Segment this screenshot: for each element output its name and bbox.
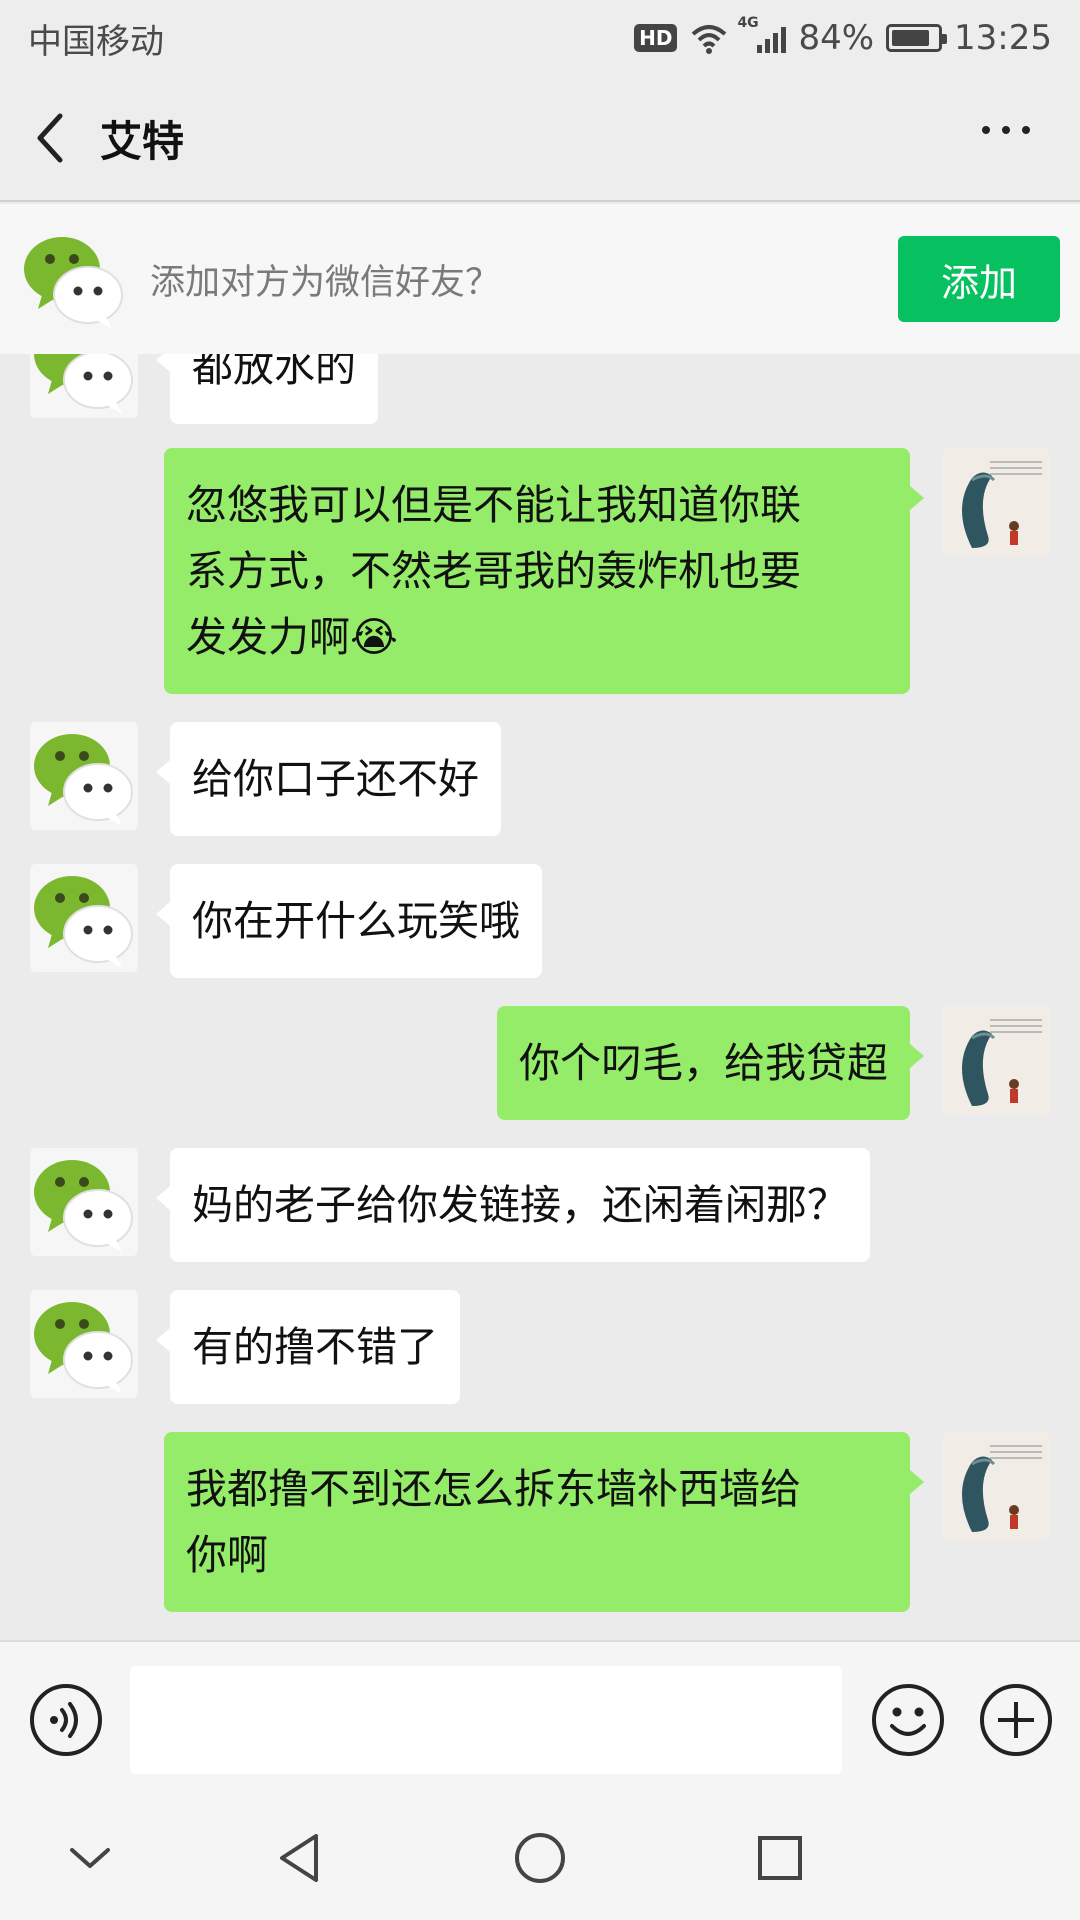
system-navigation-bar: [0, 1796, 1080, 1920]
contact-avatar: [20, 225, 128, 333]
wechat-logo-icon: [34, 734, 133, 826]
whale-girl-avatar-icon: [942, 448, 1050, 556]
message-text: 都放水的: [192, 354, 356, 391]
emoji-button[interactable]: [870, 1682, 946, 1758]
network-type: 4G: [737, 15, 759, 31]
wechat-logo-icon: [24, 237, 123, 329]
incoming-message[interactable]: 妈的老子给你发链接，还闲着闲那？: [156, 1148, 870, 1262]
more-dots-icon: [982, 126, 1030, 134]
battery-level-fill: [892, 30, 929, 46]
back-button[interactable]: [0, 75, 100, 201]
home-circle-icon: [515, 1833, 565, 1883]
battery-icon: [886, 24, 948, 52]
outgoing-message[interactable]: 我都撸不到还怎么拆东墙补西墙给 你啊: [164, 1432, 924, 1612]
voice-button[interactable]: [28, 1682, 104, 1758]
message-line: 发发力啊: [186, 613, 350, 661]
incoming-message[interactable]: 你在开什么玩笑哦: [156, 864, 542, 978]
sender-avatar[interactable]: [30, 354, 138, 418]
clock: 13:25: [954, 18, 1052, 58]
plus-icon: [980, 1684, 1052, 1756]
hd-icon: HD: [634, 24, 678, 52]
message-text: 有的撸不错了: [192, 1323, 438, 1371]
message-text: 你在开什么玩笑哦: [192, 897, 520, 945]
emoji-icon: [872, 1684, 944, 1756]
add-friend-prompt: 添加对方为微信好友？: [150, 262, 501, 303]
add-friend-banner: 添加对方为微信好友？ 添加: [0, 204, 1080, 354]
sender-avatar[interactable]: [30, 1148, 138, 1256]
sender-avatar[interactable]: [30, 722, 138, 830]
my-avatar[interactable]: [942, 1432, 1050, 1540]
more-functions-button[interactable]: [978, 1682, 1054, 1758]
message-text: 你个叼毛，给我贷超: [519, 1039, 888, 1087]
message-line: 我都撸不到还怎么拆东墙补西墙给: [186, 1465, 801, 1513]
status-bar: 中国移动 HD 4G 84% 13:25: [0, 0, 1080, 76]
carrier-name: 中国移动: [28, 21, 164, 62]
wechat-logo-icon: [34, 354, 133, 414]
hide-keyboard-button[interactable]: [58, 1826, 122, 1890]
signal-icon: 4G: [737, 15, 787, 53]
add-friend-button[interactable]: 添加: [898, 236, 1060, 322]
chevron-left-icon: [37, 113, 63, 163]
sender-avatar[interactable]: [30, 1290, 138, 1398]
wechat-logo-icon: [34, 1302, 133, 1394]
chat-header: 艾特: [0, 76, 1080, 202]
my-avatar[interactable]: [942, 448, 1050, 556]
outgoing-message[interactable]: 忽悠我可以但是不能让我知道你联 系方式，不然老哥我的轰炸机也要 发发力啊😭: [164, 448, 924, 694]
back-triangle-icon: [280, 1834, 318, 1882]
whale-girl-avatar-icon: [942, 1006, 1050, 1114]
wechat-logo-icon: [34, 876, 133, 968]
chat-input-bar: [0, 1640, 1080, 1796]
battery-percent: 84%: [798, 18, 875, 58]
wifi-icon: [692, 25, 727, 54]
incoming-message[interactable]: 都放水的: [156, 354, 378, 424]
message-line: 系方式，不然老哥我的轰炸机也要: [186, 547, 801, 595]
sender-avatar[interactable]: [30, 864, 138, 972]
message-line: 你啊: [186, 1531, 268, 1579]
status-icons: HD 4G 84% 13:25: [634, 15, 1052, 58]
message-text: 给你口子还不好: [192, 755, 479, 803]
crying-emoji-icon: 😭: [350, 613, 398, 661]
chat-title: 艾特: [100, 116, 185, 166]
whale-girl-avatar-icon: [942, 1432, 1050, 1540]
outgoing-message[interactable]: 你个叼毛，给我贷超: [497, 1006, 924, 1120]
my-avatar[interactable]: [942, 1006, 1050, 1114]
incoming-message[interactable]: 给你口子还不好: [156, 722, 501, 836]
system-back-button[interactable]: [268, 1826, 332, 1890]
message-list[interactable]: 都放水的 忽悠我可以但是不能让我知道你联 系方式，不然老哥我的轰炸机也要 发发力…: [0, 354, 1080, 1640]
incoming-message[interactable]: 有的撸不错了: [156, 1290, 460, 1404]
message-input[interactable]: [130, 1666, 842, 1774]
more-button[interactable]: [972, 116, 1040, 144]
message-text: 妈的老子给你发链接，还闲着闲那？: [192, 1181, 848, 1229]
recents-square-icon: [758, 1836, 802, 1880]
voice-icon: [30, 1684, 102, 1756]
message-line: 忽悠我可以但是不能让我知道你联: [186, 481, 801, 529]
system-recents-button[interactable]: [748, 1826, 812, 1890]
hide-keyboard-icon: [70, 1848, 110, 1868]
system-home-button[interactable]: [508, 1826, 572, 1890]
wechat-logo-icon: [34, 1160, 133, 1252]
